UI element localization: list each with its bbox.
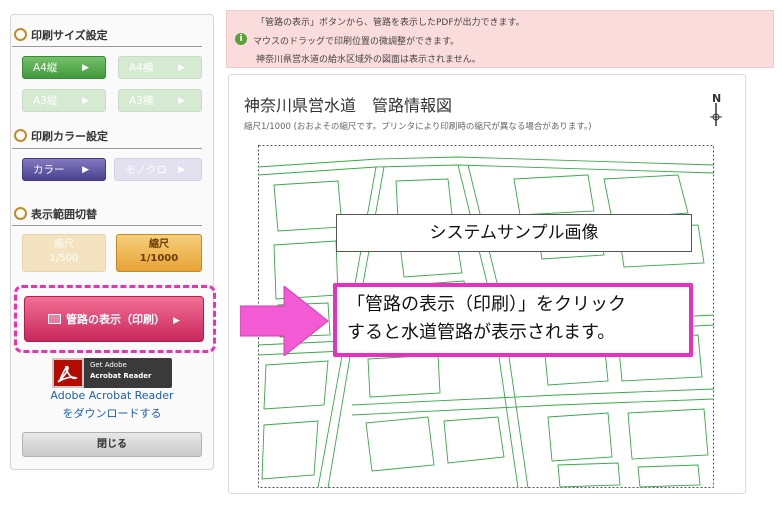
info-icon: i bbox=[235, 33, 247, 45]
triangle-right-icon: ▶ bbox=[178, 165, 185, 175]
triangle-right-icon: ▶ bbox=[173, 316, 180, 326]
printer-icon bbox=[48, 314, 62, 324]
divider bbox=[12, 148, 202, 149]
instruction-callout: 「管路の表示（印刷）」をクリック すると水道管路が表示されます。 bbox=[333, 283, 693, 357]
acrobat-logo-icon bbox=[52, 358, 84, 388]
north-arrow-icon: N bbox=[706, 90, 726, 130]
triangle-right-icon: ▶ bbox=[82, 96, 89, 106]
circle-icon bbox=[14, 129, 27, 142]
adobe-download-link-2[interactable]: をダウンロードする bbox=[10, 405, 214, 421]
divider bbox=[12, 225, 202, 226]
close-button-label: 閉じる bbox=[97, 439, 127, 450]
circle-icon bbox=[14, 207, 27, 220]
a4-landscape-button[interactable]: A4横 ▶ bbox=[118, 56, 202, 79]
color-button[interactable]: カラー ▶ bbox=[22, 158, 106, 181]
display-range-title-text: 表示範囲切替 bbox=[31, 208, 97, 221]
print-size-section-title: 印刷サイズ設定 bbox=[14, 27, 108, 43]
color-label: カラー bbox=[33, 164, 65, 176]
divider bbox=[12, 46, 202, 47]
circle-icon bbox=[14, 28, 27, 41]
notice-line-3: 神奈川県営水道の給水区域外の図面は表示されません。 bbox=[256, 55, 481, 65]
notice-line-2: マウスのドラッグで印刷位置の微調整ができます。 bbox=[253, 37, 460, 47]
print-size-title-text: 印刷サイズ設定 bbox=[31, 29, 108, 42]
close-button[interactable]: 閉じる bbox=[22, 432, 202, 457]
scale-1000-button[interactable]: 縮尺 1/1000 bbox=[116, 234, 202, 272]
notice-line-1: 「管路の表示」ボタンから、管路を表示したPDFが出力できます。 bbox=[256, 18, 525, 28]
show-pipes-print-button[interactable]: 管路の表示（印刷） ▶ bbox=[24, 296, 204, 342]
map-title: 神奈川県営水道 管路情報図 bbox=[244, 96, 453, 115]
sample-label-text: システムサンプル画像 bbox=[429, 223, 599, 243]
triangle-right-icon: ▶ bbox=[82, 63, 89, 73]
a4-portrait-button[interactable]: A4縦 ▶ bbox=[22, 56, 106, 79]
scale-1000-label: 縮尺 bbox=[149, 239, 169, 250]
map-scale-note: 縮尺1/1000 (おおよその縮尺です。プリンタにより印刷時の縮尺が異なる場合が… bbox=[244, 122, 592, 132]
pointer-arrow-icon bbox=[239, 284, 330, 358]
monochrome-label: モノクロ bbox=[125, 164, 167, 176]
adobe-badge-text: Get Adobe bbox=[90, 361, 127, 369]
a4-portrait-label: A4縦 bbox=[33, 62, 58, 74]
a3-landscape-label: A3横 bbox=[129, 95, 154, 107]
print-color-section-title: 印刷カラー設定 bbox=[14, 128, 108, 144]
scale-500-label: 縮尺 bbox=[54, 239, 74, 250]
a3-portrait-label: A3縦 bbox=[33, 95, 58, 107]
scale-1000-value: 1/1000 bbox=[139, 253, 179, 264]
adobe-badge-text-2: Acrobat Reader bbox=[90, 372, 152, 380]
print-button-label: 管路の表示（印刷） bbox=[66, 313, 166, 326]
scale-500-value: 1/500 bbox=[49, 253, 79, 264]
adobe-download-link[interactable]: Adobe Acrobat Reader bbox=[10, 389, 214, 402]
print-color-title-text: 印刷カラー設定 bbox=[31, 130, 108, 143]
triangle-right-icon: ▶ bbox=[82, 165, 89, 175]
triangle-right-icon: ▶ bbox=[178, 63, 185, 73]
triangle-right-icon: ▶ bbox=[178, 96, 185, 106]
callout-line-2: すると水道管路が表示されます。 bbox=[347, 322, 616, 343]
display-range-section-title: 表示範囲切替 bbox=[14, 206, 97, 222]
callout-line-1: 「管路の表示（印刷）」をクリック bbox=[347, 294, 626, 315]
monochrome-button[interactable]: モノクロ ▶ bbox=[114, 158, 202, 181]
a3-portrait-button[interactable]: A3縦 ▶ bbox=[22, 89, 106, 112]
a4-landscape-label: A4横 bbox=[129, 62, 154, 74]
system-sample-label: システムサンプル画像 bbox=[336, 214, 692, 252]
scale-500-button[interactable]: 縮尺 1/500 bbox=[22, 234, 106, 272]
a3-landscape-button[interactable]: A3横 ▶ bbox=[118, 89, 202, 112]
